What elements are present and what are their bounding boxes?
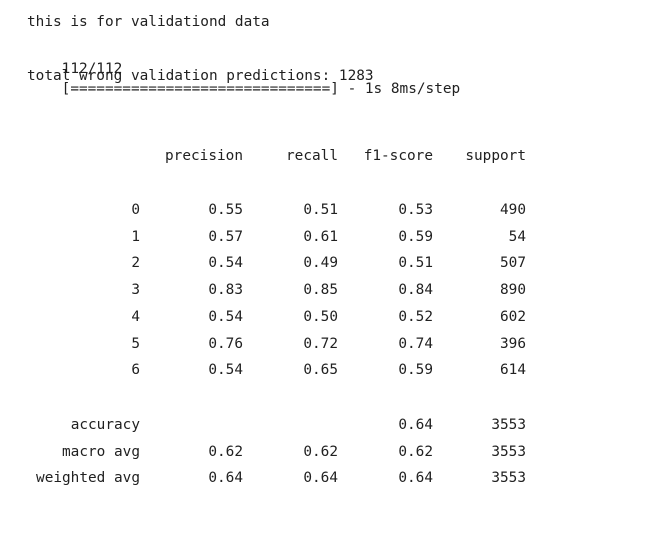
header-f1-score: f1-score bbox=[363, 148, 433, 164]
row-label: 5 bbox=[131, 336, 140, 352]
row-support: 3553 bbox=[491, 444, 526, 460]
row-f1: 0.64 bbox=[398, 417, 433, 433]
row-f1: 0.53 bbox=[398, 202, 433, 218]
row-recall: 0.72 bbox=[303, 336, 338, 352]
row-label: 6 bbox=[131, 362, 140, 378]
wrong-predictions-line: total wrong validation predictions: 1283 bbox=[27, 68, 374, 84]
row-recall: 0.49 bbox=[303, 255, 338, 271]
header-precision: precision bbox=[165, 148, 243, 164]
header-recall: recall bbox=[286, 148, 338, 164]
row-f1: 0.59 bbox=[398, 229, 433, 245]
row-recall: 0.51 bbox=[303, 202, 338, 218]
row-precision: 0.54 bbox=[208, 255, 243, 271]
row-label: weighted avg bbox=[36, 470, 140, 486]
row-label: 3 bbox=[131, 282, 140, 298]
row-recall: 0.85 bbox=[303, 282, 338, 298]
row-f1: 0.64 bbox=[398, 470, 433, 486]
row-support: 602 bbox=[500, 309, 526, 325]
row-label: 4 bbox=[131, 309, 140, 325]
row-f1: 0.84 bbox=[398, 282, 433, 298]
row-support: 507 bbox=[500, 255, 526, 271]
row-support: 54 bbox=[508, 229, 526, 245]
row-label: 0 bbox=[131, 202, 140, 218]
header-support: support bbox=[465, 148, 526, 164]
row-f1: 0.74 bbox=[398, 336, 433, 352]
row-precision: 0.83 bbox=[208, 282, 243, 298]
row-recall: 0.64 bbox=[303, 470, 338, 486]
row-precision: 0.76 bbox=[208, 336, 243, 352]
row-support: 396 bbox=[500, 336, 526, 352]
row-precision: 0.64 bbox=[208, 470, 243, 486]
row-label: accuracy bbox=[70, 417, 140, 433]
row-precision: 0.55 bbox=[208, 202, 243, 218]
row-label: 1 bbox=[131, 229, 140, 245]
output-line-header: this is for validationd data bbox=[27, 14, 270, 30]
row-f1: 0.59 bbox=[398, 362, 433, 378]
row-precision: 0.54 bbox=[208, 362, 243, 378]
row-recall: 0.65 bbox=[303, 362, 338, 378]
row-precision: 0.54 bbox=[208, 309, 243, 325]
row-support: 614 bbox=[500, 362, 526, 378]
row-precision: 0.62 bbox=[208, 444, 243, 460]
row-recall: 0.62 bbox=[303, 444, 338, 460]
row-support: 3553 bbox=[491, 470, 526, 486]
row-support: 490 bbox=[500, 202, 526, 218]
row-recall: 0.50 bbox=[303, 309, 338, 325]
row-support: 890 bbox=[500, 282, 526, 298]
row-f1: 0.62 bbox=[398, 444, 433, 460]
row-label: 2 bbox=[131, 255, 140, 271]
row-recall: 0.61 bbox=[303, 229, 338, 245]
row-label: macro avg bbox=[62, 444, 140, 460]
row-precision: 0.57 bbox=[208, 229, 243, 245]
row-f1: 0.52 bbox=[398, 309, 433, 325]
row-f1: 0.51 bbox=[398, 255, 433, 271]
row-support: 3553 bbox=[491, 417, 526, 433]
